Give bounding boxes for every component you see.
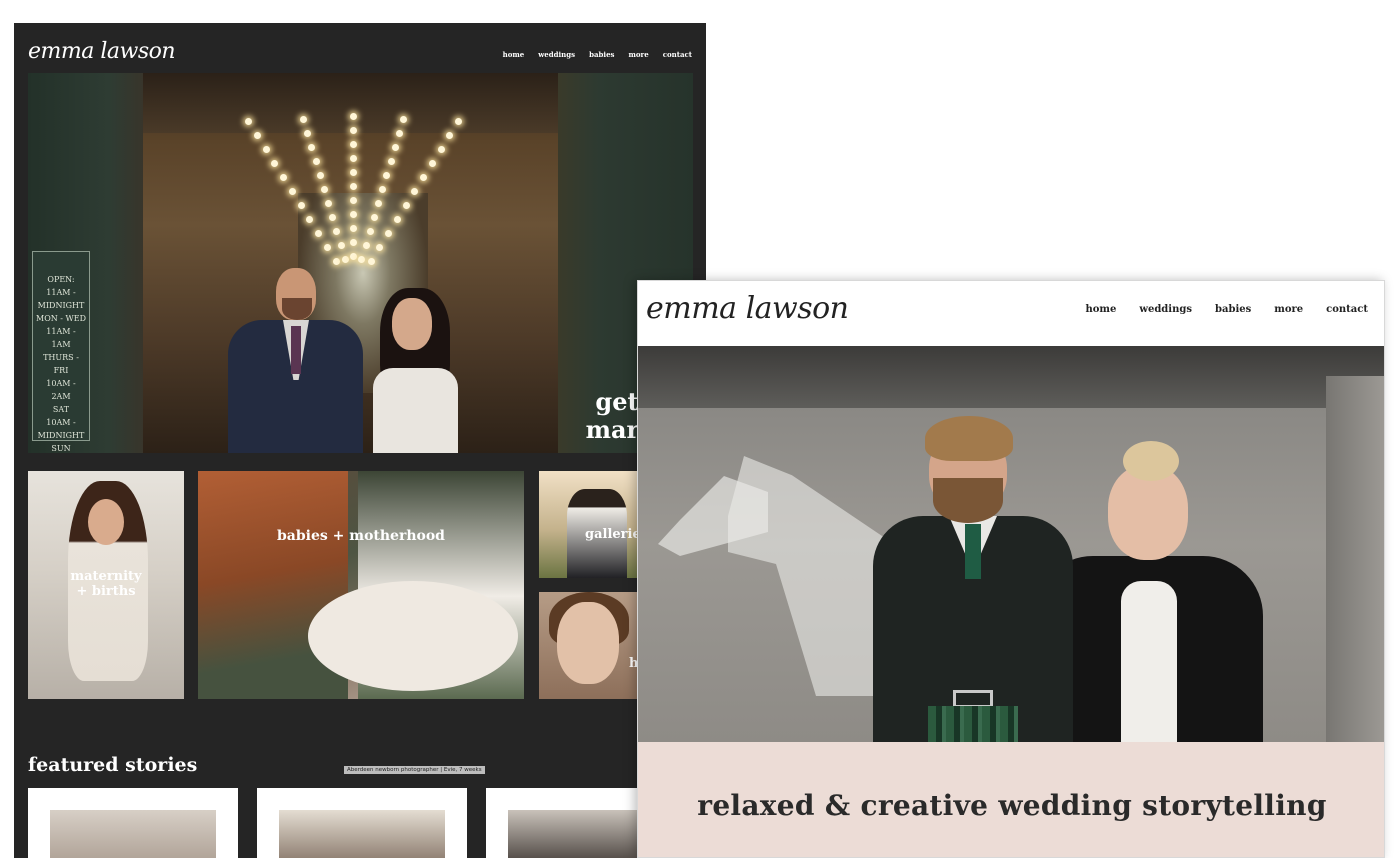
light-bulb-33 — [375, 199, 382, 207]
tile-galleries-label: galleries — [585, 527, 639, 542]
light-bulb-31 — [325, 199, 332, 207]
featured-card-1[interactable] — [28, 788, 238, 858]
light-bulb-6 — [304, 129, 312, 137]
light-bulb-28 — [379, 185, 387, 193]
light-bulb-45 — [323, 244, 331, 252]
tagline-heading: relaxed & creative wedding storytelling — [697, 789, 1327, 822]
light-bulb-37 — [350, 211, 357, 218]
nav-more[interactable]: more — [1274, 304, 1303, 315]
light-bulb-1 — [300, 115, 307, 123]
light-bulb-2 — [350, 113, 357, 120]
light-bulb-10 — [262, 146, 270, 154]
dark-site-window: emma lawson home weddings babies more co… — [14, 23, 706, 858]
tile-portrait[interactable]: h — [539, 592, 639, 699]
featured-tooltip: Aberdeen newborn photographer | Evie, 7 … — [344, 766, 485, 774]
tile-babies-motherhood[interactable]: babies + motherhood — [198, 471, 524, 699]
nav-contact[interactable]: contact — [1326, 304, 1368, 315]
hero-image-horse-mural-couple — [638, 346, 1384, 742]
light-bulb-48 — [362, 241, 370, 249]
nav-babies[interactable]: babies — [1215, 304, 1251, 315]
light-bulb-43 — [366, 227, 374, 235]
featured-card-2[interactable] — [257, 788, 467, 858]
light-bulb-47 — [350, 239, 357, 246]
light-site-window: emma lawson home weddings babies more co… — [637, 280, 1385, 858]
light-bulb-38 — [370, 213, 378, 221]
light-bulb-15 — [271, 160, 279, 168]
light-bulb-7 — [350, 127, 357, 134]
light-bulb-54 — [367, 258, 375, 266]
light-site-logo[interactable]: emma lawson — [646, 291, 849, 326]
light-bulb-25 — [288, 188, 296, 196]
light-bulb-53 — [358, 255, 366, 263]
nav-babies[interactable]: babies — [589, 50, 614, 59]
light-bulb-12 — [350, 141, 357, 148]
light-bulb-32 — [350, 197, 357, 204]
light-bulb-39 — [393, 216, 401, 224]
dark-site-logo[interactable]: emma lawson — [28, 39, 176, 64]
light-bulb-22 — [350, 169, 357, 176]
hero-concrete-ceiling — [638, 346, 1384, 408]
light-bulb-23 — [383, 171, 391, 179]
hero-concrete-wall — [1326, 376, 1384, 742]
groom-figure — [873, 416, 1073, 742]
nav-more[interactable]: more — [628, 50, 648, 59]
light-bulb-52 — [350, 253, 357, 260]
tile-maternity[interactable]: maternity + births — [28, 471, 184, 699]
light-bulb-5 — [253, 132, 261, 140]
groom-figure — [228, 268, 363, 453]
light-bulb-14 — [437, 146, 445, 154]
nav-home[interactable]: home — [503, 50, 525, 59]
tile-galleries[interactable]: galleries — [539, 471, 639, 578]
light-site-nav: home weddings babies more contact — [1085, 304, 1368, 315]
light-bulb-42 — [350, 225, 357, 232]
tile-maternity-label: maternity + births — [70, 569, 142, 599]
hero-image-corridor-couple: OPEN: 11AM - MIDNIGHT MON - WED 11AM - 1… — [28, 73, 693, 453]
tile-babies-label: babies + motherhood — [277, 528, 445, 544]
bride-figure — [368, 288, 468, 453]
light-bulb-24 — [420, 174, 427, 182]
light-bulb-34 — [402, 202, 410, 210]
light-bulb-21 — [316, 171, 324, 179]
light-bulb-16 — [312, 157, 320, 165]
light-bulb-8 — [395, 129, 403, 137]
dark-site-nav: home weddings babies more contact — [503, 50, 692, 59]
nav-home[interactable]: home — [1085, 304, 1116, 315]
featured-stories-heading: featured stories — [28, 754, 198, 776]
light-bulb-3 — [400, 115, 407, 123]
light-bulb-51 — [341, 255, 349, 263]
light-bulb-36 — [329, 213, 337, 221]
light-bulb-18 — [387, 157, 395, 165]
light-bulb-50 — [332, 258, 340, 266]
nav-weddings[interactable]: weddings — [1139, 304, 1192, 315]
light-bulb-41 — [333, 227, 341, 235]
light-bulb-20 — [280, 174, 287, 182]
light-bulb-27 — [350, 183, 357, 190]
nav-weddings[interactable]: weddings — [538, 50, 575, 59]
hero-ceiling — [143, 73, 558, 133]
light-bulb-13 — [391, 143, 399, 151]
opening-hours-text: OPEN: 11AM - MIDNIGHT MON - WED 11AM - 1… — [36, 275, 87, 453]
light-bulb-46 — [337, 241, 345, 249]
light-bulb-19 — [428, 160, 436, 168]
light-bulb-17 — [350, 155, 357, 162]
light-bulb-9 — [446, 132, 454, 140]
light-bulb-11 — [308, 143, 316, 151]
light-bulb-26 — [320, 185, 328, 193]
light-bulb-30 — [297, 202, 305, 210]
nav-contact[interactable]: contact — [663, 50, 692, 59]
